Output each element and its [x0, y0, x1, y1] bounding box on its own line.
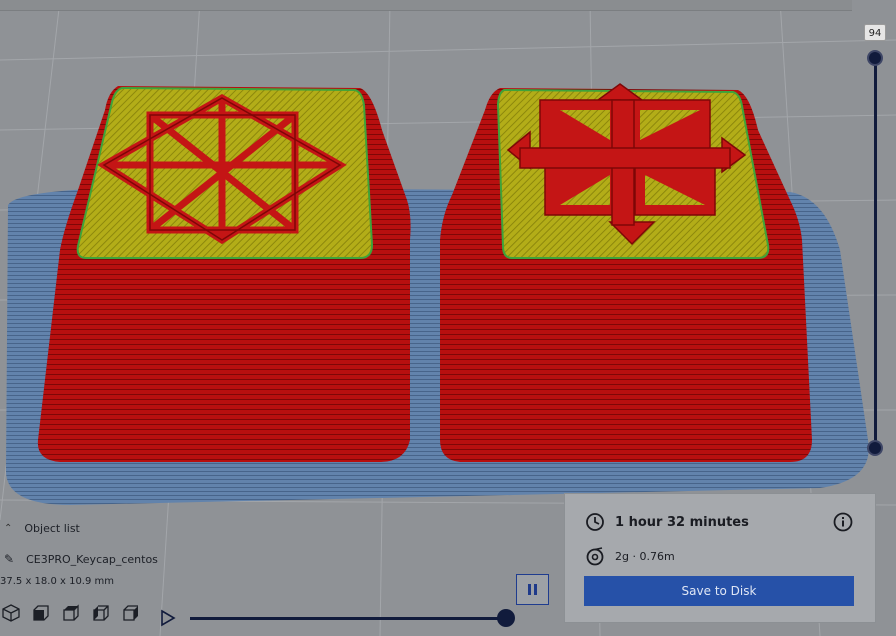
info-icon[interactable]	[833, 512, 853, 532]
view-left-button[interactable]	[90, 602, 112, 624]
object-name-row[interactable]: ✎ CE3PRO_Keycap_centos	[4, 552, 158, 566]
layer-number-box[interactable]: 94	[864, 24, 886, 41]
view-front-button[interactable]	[30, 602, 52, 624]
top-toolbar-edge	[0, 0, 852, 11]
chevron-up-icon: ⌃	[4, 523, 13, 534]
cube-top-icon	[63, 604, 79, 621]
material-usage: 2g · 0.76m	[615, 549, 675, 563]
save-to-disk-button[interactable]: Save to Disk	[584, 576, 854, 606]
filament-spool-icon	[586, 547, 604, 566]
play-simulation-button[interactable]	[160, 609, 176, 627]
cube-front-icon	[33, 605, 49, 621]
object-dimensions: 37.5 x 18.0 x 10.9 mm	[0, 576, 115, 587]
clock-icon	[586, 513, 604, 531]
view-top-button[interactable]	[60, 602, 82, 624]
layer-slider-top-handle[interactable]	[867, 50, 883, 66]
pause-button[interactable]	[516, 574, 549, 605]
object-list-toggle[interactable]: ⌃ Object list	[4, 522, 80, 535]
pencil-icon: ✎	[4, 552, 15, 566]
print-time-row: 1 hour 32 minutes	[585, 512, 749, 532]
cube-3d-icon	[2, 604, 20, 622]
layer-slider[interactable]: 94	[864, 24, 886, 464]
simulation-progress-handle[interactable]	[497, 609, 515, 627]
layer-slider-track[interactable]	[874, 58, 877, 448]
object-list-label: Object list	[24, 522, 80, 535]
play-icon	[161, 609, 176, 627]
view-right-button[interactable]	[120, 602, 142, 624]
print-info-panel: 1 hour 32 minutes 2g · 0.76m Save to Dis…	[564, 493, 876, 623]
camera-view-buttons	[0, 602, 142, 624]
layer-slider-bottom-handle[interactable]	[867, 440, 883, 456]
view-3d-button[interactable]	[0, 602, 22, 624]
cube-right-icon	[123, 605, 138, 621]
cube-left-icon	[93, 605, 109, 621]
material-usage-row: 2g · 0.76m	[585, 546, 675, 566]
pause-icon	[528, 584, 531, 595]
print-time: 1 hour 32 minutes	[615, 514, 749, 530]
simulation-progress-track[interactable]	[190, 617, 508, 620]
object-name: CE3PRO_Keycap_centos	[26, 552, 158, 566]
